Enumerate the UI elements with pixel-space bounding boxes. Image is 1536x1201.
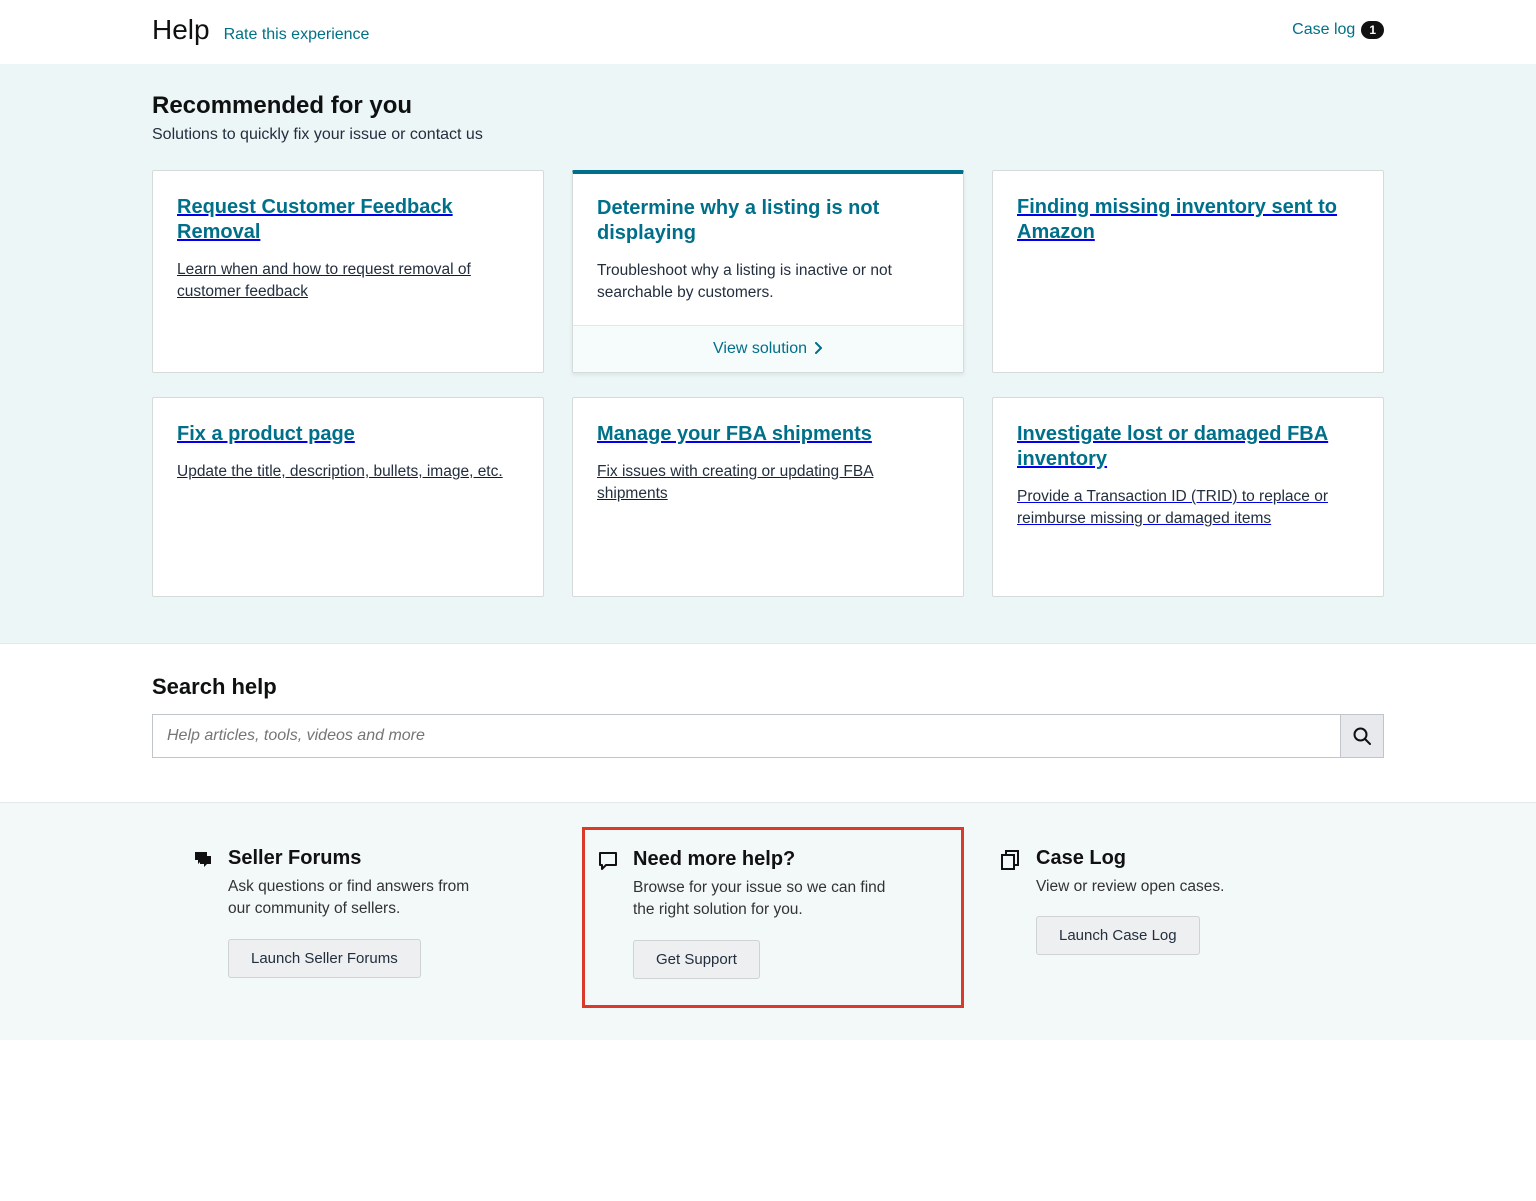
top-bar: Help Rate this experience Case log 1 <box>152 0 1384 64</box>
page-title: Help <box>152 14 210 46</box>
rec-card-title: Request Customer Feedback Removal <box>177 195 519 245</box>
rec-card-desc: Provide a Transaction ID (TRID) to repla… <box>1017 486 1359 531</box>
tile-title: Case Log <box>1036 847 1224 870</box>
caselog-link[interactable]: Case log 1 <box>1292 21 1384 39</box>
rec-card[interactable]: Investigate lost or damaged FBA inventor… <box>992 397 1384 597</box>
rec-card-title: Investigate lost or damaged FBA inventor… <box>1017 422 1359 472</box>
help-tiles-section: Seller Forums Ask questions or find answ… <box>0 802 1536 1040</box>
copy-icon <box>1000 849 1022 871</box>
rate-experience-link[interactable]: Rate this experience <box>224 26 370 44</box>
tile-desc: Browse for your issue so we can find the… <box>633 877 893 922</box>
forums-icon <box>192 849 214 871</box>
search-section: Search help <box>0 643 1536 802</box>
rec-card-desc: Learn when and how to request removal of… <box>177 259 519 304</box>
tile-title: Seller Forums <box>228 847 488 870</box>
get-support-button[interactable]: Get Support <box>633 940 760 979</box>
rec-card-title: Manage your FBA shipments <box>597 422 939 447</box>
tile-desc: View or review open cases. <box>1036 876 1224 898</box>
caselog-link-label: Case log <box>1292 21 1355 39</box>
chat-icon <box>597 850 619 872</box>
search-input[interactable] <box>152 714 1340 758</box>
rec-card-title: Fix a product page <box>177 422 519 447</box>
rec-card-desc: Troubleshoot why a listing is inactive o… <box>597 260 939 305</box>
search-heading: Search help <box>152 674 1384 700</box>
tile-seller-forums: Seller Forums Ask questions or find answ… <box>192 847 536 980</box>
tile-desc: Ask questions or find answers from our c… <box>228 876 488 921</box>
rec-card-desc: Fix issues with creating or updating FBA… <box>597 461 939 506</box>
rec-card-title: Finding missing inventory sent to Amazon <box>1017 195 1359 245</box>
search-icon <box>1352 726 1372 746</box>
recommended-subheading: Solutions to quickly fix your issue or c… <box>152 126 1384 144</box>
view-solution-label: View solution <box>713 340 807 358</box>
view-solution-link[interactable]: View solution <box>713 340 823 358</box>
rec-card[interactable]: Finding missing inventory sent to Amazon <box>992 170 1384 373</box>
recommended-section: Recommended for you Solutions to quickly… <box>0 64 1536 643</box>
rec-card-title: Determine why a listing is not displayin… <box>597 196 939 246</box>
rec-card-desc: Update the title, description, bullets, … <box>177 461 519 483</box>
caselog-count-badge: 1 <box>1361 21 1384 39</box>
chevron-right-icon <box>815 341 823 357</box>
search-button[interactable] <box>1340 714 1384 758</box>
tile-title: Need more help? <box>633 848 893 871</box>
rec-card-highlighted[interactable]: Determine why a listing is not displayin… <box>572 170 964 373</box>
recommended-heading: Recommended for you <box>152 92 1384 120</box>
tile-case-log: Case Log View or review open cases. Laun… <box>1000 847 1344 980</box>
rec-card[interactable]: Fix a product page Update the title, des… <box>152 397 544 597</box>
tile-get-support: Need more help? Browse for your issue so… <box>582 827 964 1008</box>
rec-card[interactable]: Manage your FBA shipments Fix issues wit… <box>572 397 964 597</box>
launch-case-log-button[interactable]: Launch Case Log <box>1036 916 1200 955</box>
rec-card[interactable]: Request Customer Feedback Removal Learn … <box>152 170 544 373</box>
launch-seller-forums-button[interactable]: Launch Seller Forums <box>228 939 421 978</box>
